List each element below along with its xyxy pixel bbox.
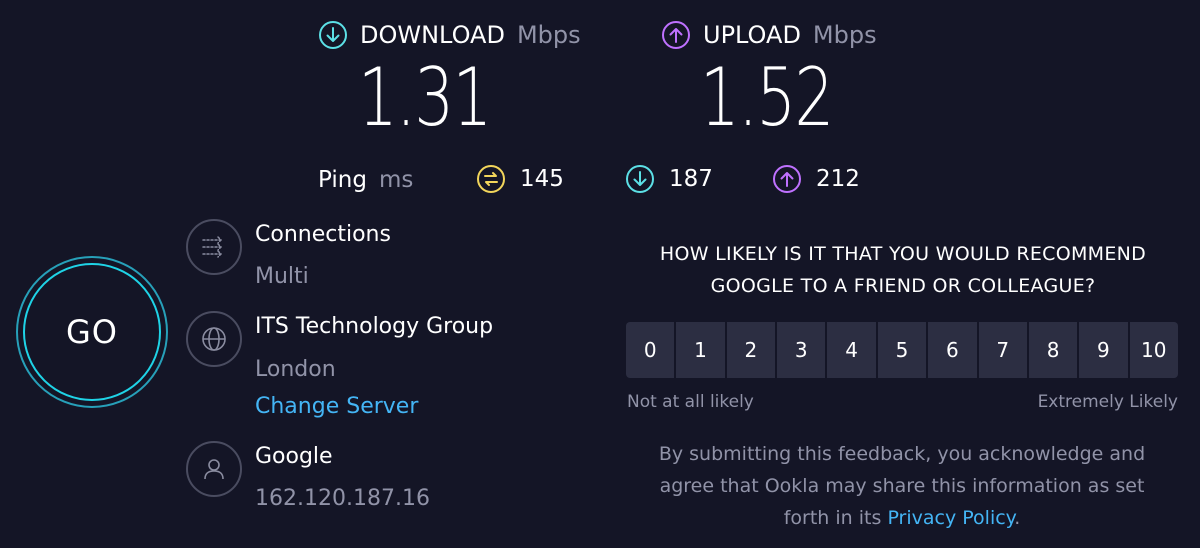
go-button-label: GO <box>66 313 118 351</box>
nps-option-10[interactable]: 10 <box>1129 322 1178 378</box>
download-icon <box>319 21 347 49</box>
server-name: ITS Technology Group <box>255 314 494 339</box>
change-server-link[interactable]: Change Server <box>255 394 418 419</box>
provider-name: Google <box>255 444 333 469</box>
go-button-inner[interactable]: GO <box>23 263 161 401</box>
disclaimer-line1: By submitting this feedback, you acknowl… <box>658 443 1146 465</box>
connections-icon[interactable] <box>186 219 242 275</box>
upload-value: 1.52 <box>700 51 834 144</box>
server-location: London <box>255 357 336 382</box>
nps-option-1[interactable]: 1 <box>676 322 725 378</box>
upload-label: UPLOAD <box>703 21 801 49</box>
ping-download-value: 187 <box>669 166 713 192</box>
survey-question: HOW LIKELY IS IT THAT YOU WOULD RECOMMEN… <box>626 238 1180 302</box>
upload-header: UPLOAD Mbps <box>661 20 877 50</box>
nps-option-4[interactable]: 4 <box>827 322 876 378</box>
download-unit: Mbps <box>516 21 581 49</box>
disclaimer-line2: agree that Ookla may share this informat… <box>659 475 1145 497</box>
nps-scale: 0 1 2 3 4 5 6 7 8 9 10 <box>626 322 1178 378</box>
nps-option-6[interactable]: 6 <box>928 322 977 378</box>
connections-value[interactable]: Multi <box>255 264 309 289</box>
survey-question-line1: HOW LIKELY IS IT THAT YOU WOULD RECOMMEN… <box>659 243 1147 265</box>
disclaimer-prefix: forth in its <box>783 507 882 529</box>
nps-option-2[interactable]: 2 <box>726 322 776 378</box>
nps-option-7[interactable]: 7 <box>978 322 1027 378</box>
nps-option-0[interactable]: 0 <box>626 322 675 378</box>
upload-unit: Mbps <box>812 21 877 49</box>
nps-option-5[interactable]: 5 <box>877 322 927 378</box>
ping-idle-value: 145 <box>520 166 564 192</box>
globe-icon <box>186 311 242 367</box>
scale-low-label: Not at all likely <box>627 392 754 412</box>
download-value: 1.31 <box>358 51 492 144</box>
disclaimer-suffix: . <box>1014 507 1021 529</box>
ping-upload-icon <box>773 165 801 193</box>
nps-option-8[interactable]: 8 <box>1028 322 1078 378</box>
user-icon <box>186 441 242 497</box>
ping-idle: 145 <box>476 164 564 194</box>
ping-unit: ms <box>378 167 414 193</box>
ping-upload-value: 212 <box>816 166 860 192</box>
nps-option-3[interactable]: 3 <box>777 322 826 378</box>
survey-question-line2: GOOGLE TO A FRIEND OR COLLEAGUE? <box>710 275 1096 297</box>
ping-label-group: Ping ms <box>318 164 413 196</box>
speedtest-results: DOWNLOAD Mbps 1.31 UPLOAD Mbps 1.52 Ping… <box>0 0 1200 548</box>
nps-option-9[interactable]: 9 <box>1079 322 1128 378</box>
scale-high-label: Extremely Likely <box>1037 392 1178 412</box>
ping-download: 187 <box>625 164 713 194</box>
download-header: DOWNLOAD Mbps <box>318 20 581 50</box>
ping-upload: 212 <box>772 164 860 194</box>
provider-ip: 162.120.187.16 <box>255 486 430 511</box>
upload-icon <box>662 21 690 49</box>
feedback-disclaimer: By submitting this feedback, you acknowl… <box>634 438 1170 534</box>
disclaimer-line3: forth in its Privacy Policy. <box>634 502 1170 534</box>
ping-label: Ping <box>318 167 367 193</box>
connections-title: Connections <box>255 222 391 247</box>
ping-idle-icon <box>477 165 505 193</box>
privacy-policy-link[interactable]: Privacy Policy <box>887 507 1014 529</box>
download-label: DOWNLOAD <box>360 21 505 49</box>
go-button[interactable]: GO <box>16 256 168 408</box>
ping-download-icon <box>626 165 654 193</box>
